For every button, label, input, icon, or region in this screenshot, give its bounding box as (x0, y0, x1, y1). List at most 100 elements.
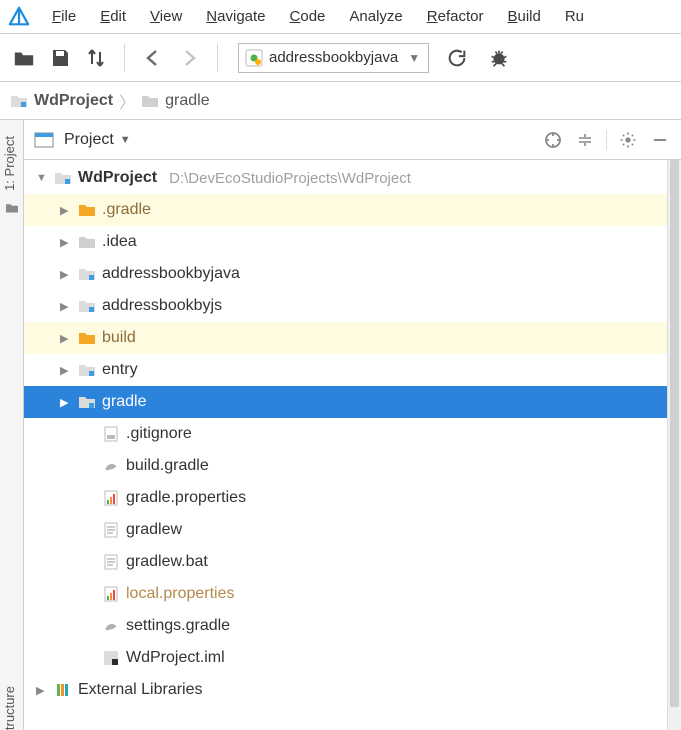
menu-view[interactable]: View (138, 4, 194, 29)
tree-item-gradle[interactable]: ▶.gradle (24, 194, 681, 226)
module-icon (245, 49, 263, 67)
menu-file[interactable]: File (40, 4, 88, 29)
tree-file-gradlew-bat[interactable]: gradlew.bat (24, 546, 681, 578)
menu-bar: FileEditViewNavigateCodeAnalyzeRefactorB… (0, 0, 681, 34)
folder-icon (78, 201, 96, 219)
run-config-selector[interactable]: addressbookbyjava ▼ (238, 43, 429, 73)
expand-icon[interactable]: ▶ (60, 204, 72, 217)
project-panel: Project ▼ ▼ (24, 120, 681, 730)
breadcrumb-folder[interactable]: gradle (165, 92, 209, 110)
expand-icon[interactable]: ▼ (36, 172, 48, 184)
scrollbar[interactable] (667, 160, 681, 730)
file-icon (102, 585, 120, 603)
left-gutter: 1: Project tructure (0, 120, 24, 730)
expand-icon[interactable]: ▶ (60, 268, 72, 281)
tree-external-libraries[interactable]: ▶ External Libraries (24, 674, 681, 706)
toolbar-separator (124, 44, 125, 72)
tree-item-label: local.properties (126, 585, 235, 603)
menu-navigate[interactable]: Navigate (194, 4, 277, 29)
folder-icon (78, 393, 96, 411)
tree-item-entry[interactable]: ▶ entry (24, 354, 681, 386)
save-all-icon[interactable] (44, 42, 76, 74)
libraries-icon (54, 681, 72, 699)
tree-item-label: build (102, 329, 136, 347)
tree-file-gradlew[interactable]: gradlew (24, 514, 681, 546)
panel-title[interactable]: Project (64, 131, 114, 149)
menu-build[interactable]: Build (495, 4, 552, 29)
panel-icon (34, 132, 54, 148)
gutter-tab-project[interactable]: 1: Project (2, 136, 17, 191)
toolbar: addressbookbyjava ▼ (0, 34, 681, 82)
sync-icon[interactable] (80, 42, 112, 74)
tree-item-label: settings.gradle (126, 617, 230, 635)
project-tree[interactable]: ▼ WdProject D:\DevEcoStudioProjects\WdPr… (24, 160, 681, 730)
expand-icon[interactable]: ▶ (60, 300, 72, 313)
tree-item-label: .idea (102, 233, 137, 251)
menu-analyze[interactable]: Analyze (337, 4, 414, 29)
expand-icon[interactable]: ▶ (36, 684, 48, 697)
file-icon (102, 457, 120, 475)
run-config-label: addressbookbyjava (269, 49, 398, 66)
menu-edit[interactable]: Edit (88, 4, 138, 29)
breadcrumb-project[interactable]: WdProject (34, 92, 113, 110)
panel-header: Project ▼ (24, 120, 681, 160)
expand-icon[interactable]: ▶ (60, 396, 72, 409)
tree-file-WdProject-iml[interactable]: WdProject.iml (24, 642, 681, 674)
file-icon (102, 521, 120, 539)
tree-item-addressbookbyjs[interactable]: ▶ addressbookbyjs (24, 290, 681, 322)
tree-item-addressbookbyjava[interactable]: ▶ addressbookbyjava (24, 258, 681, 290)
folder-icon (78, 329, 96, 347)
tree-item-label: External Libraries (78, 681, 203, 699)
tree-item-label: gradlew (126, 521, 182, 539)
tree-item-idea[interactable]: ▶ .idea (24, 226, 681, 258)
reload-icon[interactable] (441, 42, 473, 74)
tree-item-label: addressbookbyjs (102, 297, 222, 315)
nav-back-icon[interactable] (137, 42, 169, 74)
tree-root[interactable]: ▼ WdProject D:\DevEcoStudioProjects\WdPr… (24, 162, 681, 194)
tree-file-local-properties[interactable]: local.properties (24, 578, 681, 610)
tree-item-gradle[interactable]: ▶ gradle (24, 386, 681, 418)
folder-icon (5, 202, 19, 214)
tree-item-build[interactable]: ▶ build (24, 322, 681, 354)
tree-item-label: gradle (102, 393, 146, 411)
chevron-right-icon: 〉 (119, 89, 135, 113)
collapse-all-icon[interactable] (574, 129, 596, 151)
folder-icon (78, 265, 96, 283)
tree-file--gitignore[interactable]: .gitignore (24, 418, 681, 450)
file-icon (102, 553, 120, 571)
tree-item-label: addressbookbyjava (102, 265, 240, 283)
menu-ru[interactable]: Ru (553, 4, 596, 29)
tree-file-gradle-properties[interactable]: gradle.properties (24, 482, 681, 514)
debug-icon[interactable] (483, 42, 515, 74)
gutter-tab-structure[interactable]: tructure (2, 686, 17, 730)
module-icon (54, 169, 72, 187)
scrollbar-thumb[interactable] (670, 160, 679, 707)
file-icon (102, 489, 120, 507)
tree-item-label: .gitignore (126, 425, 192, 443)
minimize-icon[interactable] (649, 129, 671, 151)
file-icon (102, 425, 120, 443)
tree-item-label: gradle.properties (126, 489, 246, 507)
folder-icon (78, 361, 96, 379)
tree-item-label: WdProject.iml (126, 649, 225, 667)
module-icon (10, 93, 28, 109)
chevron-down-icon: ▼ (408, 51, 420, 65)
file-icon (102, 649, 120, 667)
menu-refactor[interactable]: Refactor (415, 4, 496, 29)
chevron-down-icon[interactable]: ▼ (120, 134, 131, 146)
open-icon[interactable] (8, 42, 40, 74)
tree-file-build-gradle[interactable]: build.gradle (24, 450, 681, 482)
tree-item-label: build.gradle (126, 457, 209, 475)
expand-icon[interactable]: ▶ (60, 236, 72, 249)
nav-forward-icon[interactable] (173, 42, 205, 74)
expand-icon[interactable]: ▶ (60, 364, 72, 377)
expand-icon[interactable]: ▶ (60, 332, 72, 345)
menu-code[interactable]: Code (278, 4, 338, 29)
locate-icon[interactable] (542, 129, 564, 151)
tree-file-settings-gradle[interactable]: settings.gradle (24, 610, 681, 642)
file-icon (102, 617, 120, 635)
tree-item-label: entry (102, 361, 138, 379)
folder-icon (78, 233, 96, 251)
folder-icon (78, 297, 96, 315)
gear-icon[interactable] (617, 129, 639, 151)
